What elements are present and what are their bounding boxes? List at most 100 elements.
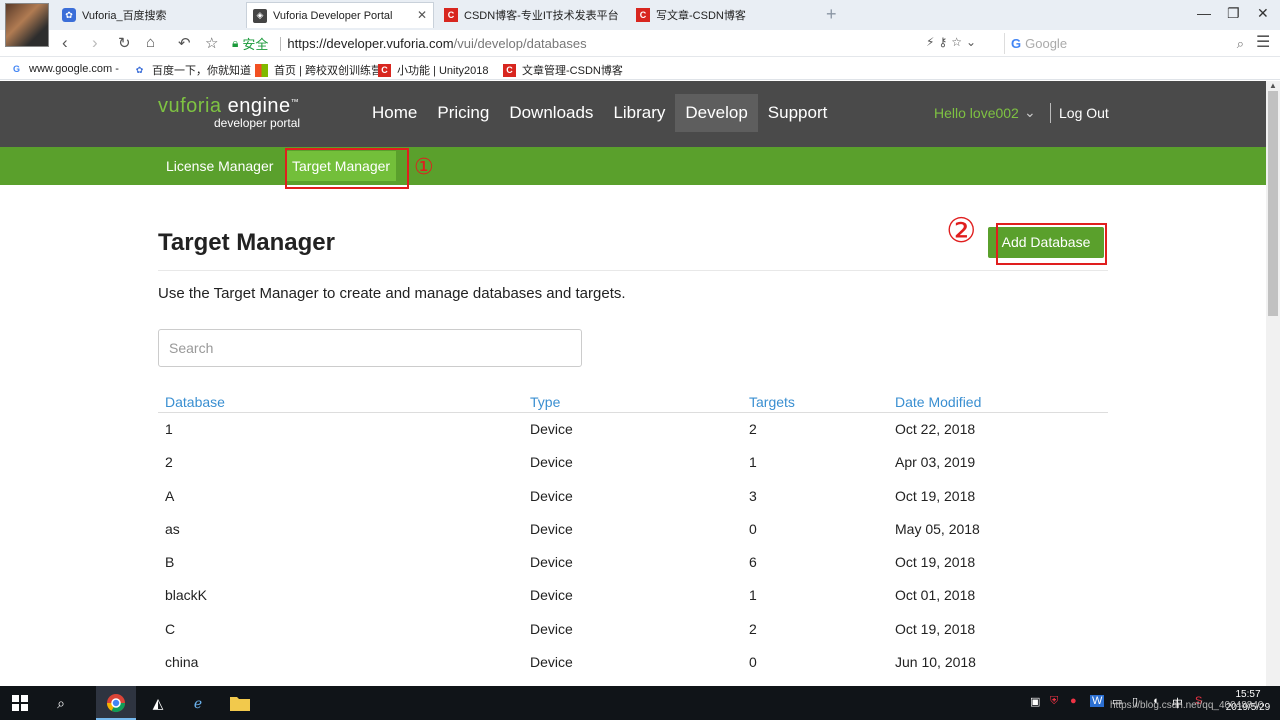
cell-database[interactable]: blackK — [165, 587, 207, 603]
cell-type: Device — [530, 454, 573, 471]
browser-titlebar: ✿ Vuforia_百度搜索 ◈ Vuforia Developer Porta… — [0, 0, 1280, 30]
cell-date: Oct 19, 2018 — [895, 554, 976, 571]
search-icon[interactable]: ⌕ — [50, 692, 72, 714]
new-tab-icon[interactable]: + — [826, 4, 837, 25]
address-bar[interactable]: 🔒︎ 安全 https://developer.vuforia.com/vui/… — [232, 33, 1000, 54]
bookmark-google[interactable]: G www.google.com - — [10, 62, 119, 75]
cell-database[interactable]: as — [165, 521, 180, 537]
search-engine-box[interactable]: G Google ⌕ — [1004, 33, 1248, 54]
browser-tab-baidu[interactable]: ✿ Vuforia_百度搜索 — [56, 2, 242, 28]
browser-tab-csdn-write[interactable]: C 写文章-CSDN博客 — [630, 2, 818, 28]
close-tab-icon[interactable]: ✕ — [417, 8, 427, 22]
nav-downloads[interactable]: Downloads — [499, 94, 603, 132]
annotation-step-two: ② — [946, 211, 977, 251]
table-row[interactable]: 1 Device 2 Oct 22, 2018 — [158, 413, 1108, 446]
cell-database[interactable]: B — [165, 554, 174, 570]
scrollbar-thumb[interactable] — [1268, 91, 1278, 316]
cell-database[interactable]: 2 — [165, 454, 173, 470]
user-menu[interactable]: Hello love002 — [934, 105, 1019, 121]
chrome-icon[interactable] — [105, 692, 127, 714]
cell-targets: 1 — [749, 454, 757, 471]
logout-link[interactable]: Log Out — [1059, 105, 1109, 121]
google-icon: G — [1011, 36, 1022, 51]
bookmark-baidu[interactable]: ✿ 百度一下，你就知道 — [133, 62, 251, 78]
cell-database[interactable]: C — [165, 621, 175, 637]
column-database[interactable]: Database — [165, 394, 225, 410]
tray-security-icon[interactable]: ⛨ — [1050, 695, 1058, 708]
chevron-down-icon[interactable]: ⌄ — [1024, 104, 1036, 121]
baidu-paw-icon: ✿ — [135, 64, 144, 75]
column-targets[interactable]: Targets — [749, 394, 795, 410]
column-type[interactable]: Type — [530, 394, 560, 410]
browser-toolbar: ‹ › ↻ ⌂ ↶ ☆ 🔒︎ 安全 https://developer.vufo… — [0, 30, 1280, 57]
windows-start-icon[interactable] — [9, 692, 31, 714]
home-icon[interactable]: ⌂ — [146, 34, 155, 51]
annotation-box-add-database — [996, 223, 1107, 265]
tray-wechat-icon[interactable]: ● — [1070, 695, 1077, 707]
vuforia-logo[interactable]: vuforia engine™ developer portal — [158, 95, 300, 130]
close-window-icon[interactable]: ✕ — [1257, 5, 1269, 22]
tray-word-icon[interactable]: W — [1090, 695, 1105, 707]
back-icon[interactable]: ‹ — [62, 33, 68, 53]
bookmark-unity[interactable]: C 小功能 | Unity2018 — [378, 62, 489, 78]
cell-database[interactable]: china — [165, 654, 198, 670]
bookmarks-bar: G www.google.com - ✿ 百度一下，你就知道 首页 | 跨校双创… — [0, 58, 1280, 80]
browser-tab-vuforia[interactable]: ◈ Vuforia Developer Portal ✕ — [246, 2, 434, 28]
dropdown-icon[interactable]: ⌄ — [966, 35, 980, 49]
address-divider — [280, 36, 282, 51]
nav-home[interactable]: Home — [362, 94, 427, 132]
nav-support[interactable]: Support — [758, 94, 838, 132]
cell-targets: 0 — [749, 654, 757, 671]
unity-icon[interactable]: ◭ — [147, 692, 169, 714]
nav-develop[interactable]: Develop — [675, 94, 758, 132]
table-row[interactable]: A Device 3 Oct 19, 2018 — [158, 480, 1108, 513]
forward-icon[interactable]: › — [92, 33, 98, 53]
cell-type: Device — [530, 654, 573, 671]
restore-icon[interactable]: ❐ — [1227, 5, 1240, 22]
url-host: https://developer.vuforia.com — [287, 36, 454, 51]
table-row[interactable]: C Device 2 Oct 19, 2018 — [158, 613, 1108, 646]
cell-date: Apr 03, 2019 — [895, 454, 976, 471]
url-path: /vui/develop/databases — [453, 36, 587, 51]
table-row[interactable]: as Device 0 May 05, 2018 — [158, 513, 1108, 546]
bookmark-home[interactable]: 首页 | 跨校双创训练营 — [255, 62, 382, 78]
reload-icon[interactable]: ↻ — [118, 34, 131, 52]
nav-pricing[interactable]: Pricing — [427, 94, 499, 132]
baidu-paw-icon: ✿ — [62, 8, 76, 22]
browser-menu-icon[interactable]: ☰ — [1256, 32, 1270, 52]
ie-browser-icon[interactable]: ℯ — [187, 692, 209, 714]
cell-type: Device — [530, 520, 573, 537]
table-row[interactable]: blackK Device 1 Oct 01, 2018 — [158, 579, 1108, 612]
nav-library[interactable]: Library — [603, 94, 675, 132]
favorite-icon[interactable]: ☆ — [951, 35, 966, 49]
folder-icon[interactable] — [229, 692, 251, 714]
search-input[interactable] — [158, 329, 582, 367]
site-header: vuforia engine™ developer portal Home Pr… — [0, 81, 1266, 147]
cell-targets: 6 — [749, 554, 757, 571]
page-title: Target Manager — [158, 229, 335, 256]
bookmark-csdn[interactable]: C 文章管理-CSDN博客 — [503, 62, 623, 78]
bookmark-star-icon[interactable]: ☆ — [205, 34, 218, 52]
table-row[interactable]: 2 Device 1 Apr 03, 2019 — [158, 446, 1108, 479]
table-row[interactable]: B Device 6 Oct 19, 2018 — [158, 546, 1108, 579]
cell-database[interactable]: 1 — [165, 421, 173, 437]
table-row[interactable]: china Device 0 Jun 10, 2018 — [158, 646, 1108, 679]
minimize-icon[interactable]: — — [1197, 5, 1211, 21]
scroll-up-icon[interactable]: ▲ — [1269, 81, 1277, 90]
undo-close-icon[interactable]: ↶ — [178, 34, 191, 52]
cell-database[interactable]: A — [165, 488, 174, 504]
tab-license-manager[interactable]: License Manager — [160, 151, 279, 181]
key-icon[interactable]: ⚷ — [938, 35, 951, 49]
tray-app-icon[interactable]: ▣ — [1030, 695, 1040, 708]
browser-tab-csdn[interactable]: C CSDN博客-专业IT技术发表平台 — [438, 2, 626, 28]
page-scrollbar[interactable]: ▲ — [1266, 81, 1280, 686]
csdn-watermark: https://blog.csdn.net/qq_40048840 — [1110, 700, 1264, 711]
secure-label: 安全 — [242, 37, 269, 52]
profile-avatar[interactable] — [5, 3, 49, 47]
lightning-icon[interactable]: ⚡ — [926, 35, 938, 49]
cell-targets: 2 — [749, 421, 757, 437]
search-icon[interactable]: ⌕ — [1237, 36, 1244, 52]
cell-date: May 05, 2018 — [895, 520, 980, 537]
cell-targets: 1 — [749, 587, 757, 604]
column-date-modified[interactable]: Date Modified — [895, 394, 981, 410]
